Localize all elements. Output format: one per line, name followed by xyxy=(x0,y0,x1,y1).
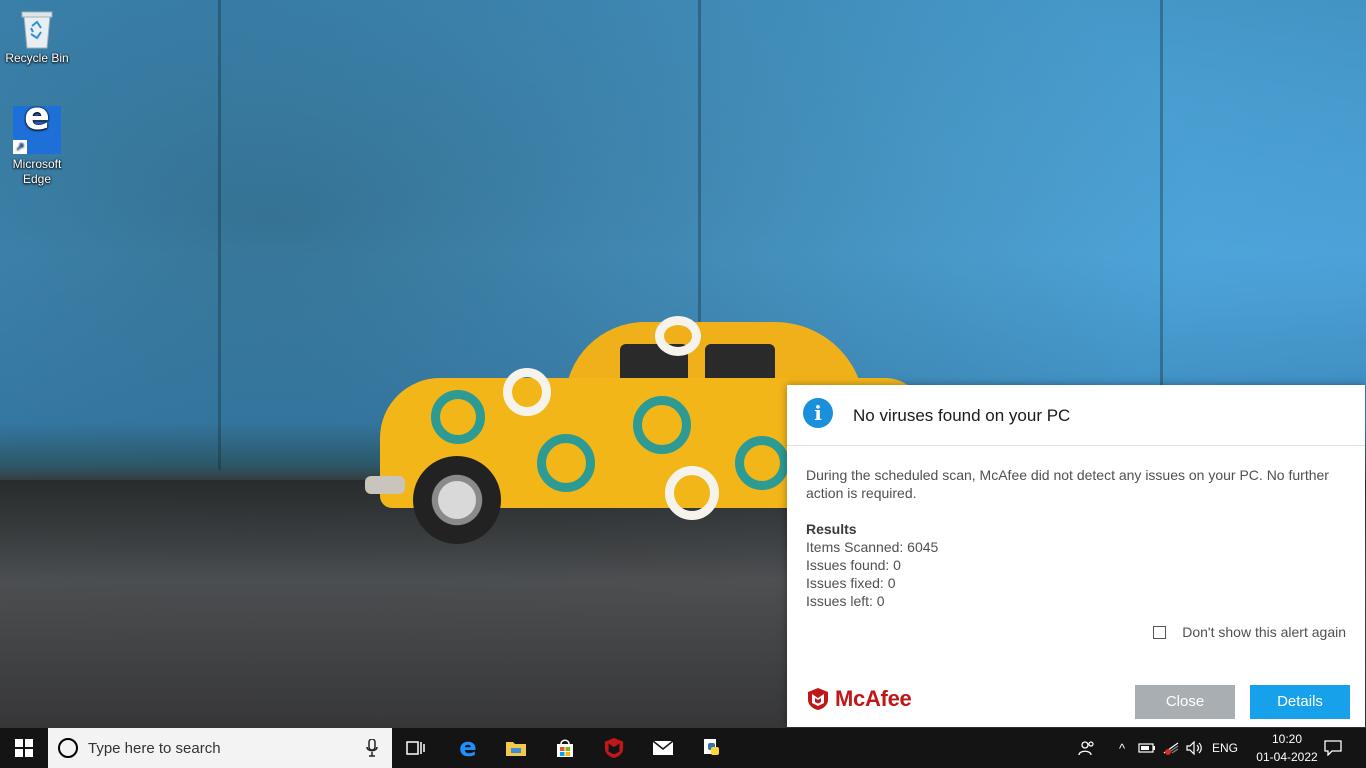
search-placeholder: Type here to search xyxy=(88,740,221,757)
battery-icon xyxy=(1138,743,1155,753)
action-center-button[interactable] xyxy=(1318,728,1348,768)
desktop-icon-microsoft-edge[interactable]: e ↗ Microsoft Edge xyxy=(2,97,72,187)
car-ring xyxy=(735,436,789,490)
taskbar-mcafee-button[interactable] xyxy=(594,728,634,768)
taskbar-store-button[interactable] xyxy=(545,728,585,768)
shortcut-arrow-icon: ↗ xyxy=(13,140,27,154)
battery-indicator[interactable] xyxy=(1136,728,1158,768)
car-ring xyxy=(431,390,485,444)
clock-date[interactable]: 01-04-2022 xyxy=(1246,750,1328,764)
start-button[interactable] xyxy=(0,728,48,768)
mcafee-shield-icon xyxy=(807,687,829,711)
results-heading: Results xyxy=(806,521,857,537)
chevron-up-icon: ^ xyxy=(1118,740,1126,756)
people-icon xyxy=(1078,741,1094,756)
speaker-icon xyxy=(1186,741,1202,755)
mcafee-logo: McAfee xyxy=(807,686,912,712)
edge-icon: e xyxy=(459,733,477,763)
microphone-icon[interactable] xyxy=(366,739,378,757)
dont-show-checkbox[interactable] xyxy=(1153,625,1167,639)
issues-left: Issues left: 0 xyxy=(806,593,885,609)
volume-indicator[interactable] xyxy=(1184,728,1206,768)
notification-message: During the scheduled scan, McAfee did no… xyxy=(806,467,1329,501)
car-ring xyxy=(503,368,551,416)
desktop-icon-recycle-bin[interactable]: Recycle Bin xyxy=(2,8,72,66)
python-icon xyxy=(704,739,719,755)
info-icon: i xyxy=(803,398,833,428)
mcafee-notification: i No viruses found on your PC During the… xyxy=(787,385,1365,727)
taskbar-file-explorer-button[interactable] xyxy=(496,728,536,768)
dont-show-label: Don't show this alert again xyxy=(1182,624,1346,640)
taskbar-edge-button[interactable]: e xyxy=(448,728,488,768)
task-view-icon xyxy=(406,741,425,755)
edge-icon: e ↗ xyxy=(13,97,61,154)
desktop-icon-label: Recycle Bin xyxy=(5,51,69,65)
show-hidden-icons-button[interactable]: ^ xyxy=(1112,728,1132,768)
notification-icon xyxy=(1324,740,1342,756)
store-icon xyxy=(557,739,573,757)
items-scanned: Items Scanned: 6045 xyxy=(806,539,939,555)
network-indicator[interactable] xyxy=(1160,728,1182,768)
taskbar-search-box[interactable]: Type here to search xyxy=(48,728,392,768)
mcafee-icon xyxy=(604,738,624,758)
car-ring xyxy=(537,434,595,492)
car-ring xyxy=(665,466,719,520)
desktop-icon-label: Microsoft Edge xyxy=(12,157,62,186)
mail-icon xyxy=(652,740,674,755)
notification-title: No viruses found on your PC xyxy=(853,406,1071,425)
recycle-bin-icon xyxy=(20,8,54,49)
issues-fixed: Issues fixed: 0 xyxy=(806,575,896,591)
people-button[interactable] xyxy=(1074,728,1100,768)
cortana-icon xyxy=(58,738,78,758)
notification-header: i No viruses found on your PC xyxy=(787,385,1365,446)
network-disconnected-icon xyxy=(1163,742,1179,755)
mcafee-brand-text: McAfee xyxy=(835,686,912,711)
wall-seam xyxy=(218,0,221,470)
taskbar-python-button[interactable] xyxy=(692,728,732,768)
windows-logo-icon xyxy=(15,739,33,757)
task-view-button[interactable] xyxy=(398,728,434,768)
car-wheel xyxy=(413,456,501,544)
file-explorer-icon xyxy=(506,742,526,756)
scan-results: Results Items Scanned: 6045 Issues found… xyxy=(806,520,938,610)
input-language[interactable]: ENG xyxy=(1212,741,1238,755)
details-button[interactable]: Details xyxy=(1250,685,1350,719)
close-button[interactable]: Close xyxy=(1135,685,1235,719)
taskbar-mail-button[interactable] xyxy=(643,728,683,768)
car-ring xyxy=(655,316,701,356)
taskbar: Type here to search e ^ ENG 10:20 01-04-… xyxy=(0,728,1366,768)
issues-found: Issues found: 0 xyxy=(806,557,901,573)
car-ring xyxy=(633,396,691,454)
dont-show-again-option[interactable]: Don't show this alert again xyxy=(1153,624,1346,640)
clock-time[interactable]: 10:20 xyxy=(1264,732,1310,746)
car-bumper xyxy=(365,476,405,494)
